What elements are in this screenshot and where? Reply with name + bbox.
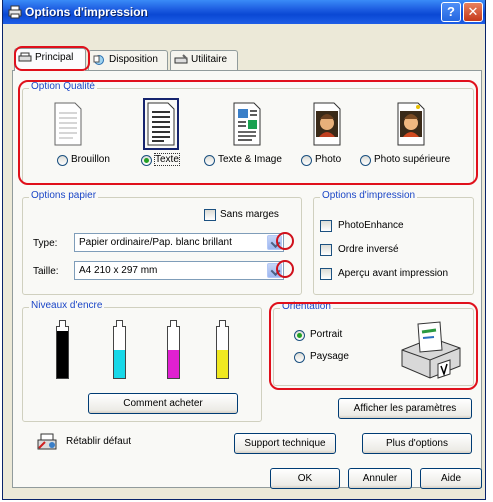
reverse-order-checkbox[interactable]: [320, 244, 332, 256]
radio-photo-superieure[interactable]: [360, 155, 371, 166]
printer-app-icon: [8, 5, 22, 19]
ink-cartridge-magenta: [167, 320, 180, 379]
tab-disposition[interactable]: Disposition: [88, 50, 168, 70]
how-to-buy-button[interactable]: Comment acheter: [88, 393, 238, 414]
reverse-order-label: Ordre inversé: [338, 244, 399, 255]
help-button[interactable]: Aide: [420, 468, 482, 489]
paper-type-select[interactable]: Papier ordinaire/Pap. blanc brillant: [74, 233, 284, 252]
layout-icon: [93, 55, 104, 65]
window-title: Options d'impression: [25, 5, 148, 19]
type-label: Type:: [33, 238, 58, 249]
tools-icon: [174, 54, 188, 64]
tab-utilitaire[interactable]: Utilitaire: [170, 50, 238, 70]
radio-label: Paysage: [310, 351, 349, 362]
tab-label: Utilitaire: [191, 54, 228, 65]
show-settings-button[interactable]: Afficher les paramètres: [338, 398, 472, 419]
ink-cartridge-cyan: [113, 320, 126, 379]
restore-defaults-label[interactable]: Rétablir défaut: [66, 436, 131, 447]
photo-icon: [313, 102, 341, 146]
print-options-title: Options d'impression: [320, 190, 418, 201]
ok-button[interactable]: OK: [270, 468, 340, 489]
radio-label: Brouillon: [71, 154, 110, 165]
more-options-button[interactable]: Plus d'options: [362, 433, 472, 454]
best-photo-icon: [397, 102, 425, 146]
radio-label: Photo supérieure: [374, 154, 451, 165]
help-title-button[interactable]: ?: [441, 2, 461, 22]
paper-type-value: Papier ordinaire/Pap. blanc brillant: [79, 237, 232, 248]
paper-size-select[interactable]: A4 210 x 297 mm: [74, 261, 284, 280]
title-bar[interactable]: Options d'impression ? ✕: [3, 0, 485, 24]
radio-label: Portrait: [310, 329, 343, 340]
support-button[interactable]: Support technique: [234, 433, 336, 454]
radio-brouillon[interactable]: [57, 155, 68, 166]
close-button[interactable]: ✕: [463, 2, 483, 22]
ink-level-fill: [114, 349, 125, 378]
photoenhance-checkbox[interactable]: [320, 220, 332, 232]
borderless-label: Sans marges: [220, 209, 279, 220]
radio-label: Texte: [154, 153, 180, 166]
print-preview-label: Aperçu avant impression: [338, 268, 449, 279]
print-preview-checkbox[interactable]: [320, 268, 332, 280]
text-image-page-icon: [233, 102, 261, 146]
radio-paysage[interactable]: [294, 352, 305, 363]
orientation-title: Orientation: [280, 301, 333, 312]
ink-group-title: Niveaux d'encre: [29, 300, 105, 311]
radio-photo[interactable]: [301, 155, 312, 166]
radio-texte[interactable]: [141, 155, 152, 166]
highlight-circle-size: [276, 260, 294, 278]
ink-cartridge-yellow: [216, 320, 229, 379]
borderless-checkbox[interactable]: [204, 209, 216, 221]
tab-label: Disposition: [109, 54, 158, 65]
tab-label: Principal: [35, 52, 74, 63]
text-page-icon: [147, 102, 175, 146]
radio-texte-image[interactable]: [204, 155, 215, 166]
restore-defaults-icon[interactable]: [36, 432, 58, 452]
quality-group-title: Option Qualité: [29, 81, 97, 92]
printer-icon: [18, 52, 32, 62]
size-label: Taille:: [33, 266, 59, 277]
ink-level-fill: [168, 349, 179, 378]
draft-page-icon: [54, 102, 82, 146]
radio-label: Photo: [315, 154, 342, 165]
highlight-circle-type: [276, 232, 294, 250]
tab-principal[interactable]: Principal: [14, 48, 86, 71]
radio-portrait[interactable]: [294, 330, 305, 341]
ink-level-fill: [217, 349, 228, 378]
printer-portrait-icon: [401, 321, 461, 379]
radio-label: Texte & Image: [218, 154, 282, 165]
ink-level-fill: [57, 331, 68, 378]
paper-group-title: Options papier: [29, 190, 99, 201]
cancel-button[interactable]: Annuler: [348, 468, 412, 489]
ink-cartridge-black: [56, 320, 69, 379]
photoenhance-label: PhotoEnhance: [338, 220, 404, 231]
paper-size-value: A4 210 x 297 mm: [79, 265, 158, 276]
